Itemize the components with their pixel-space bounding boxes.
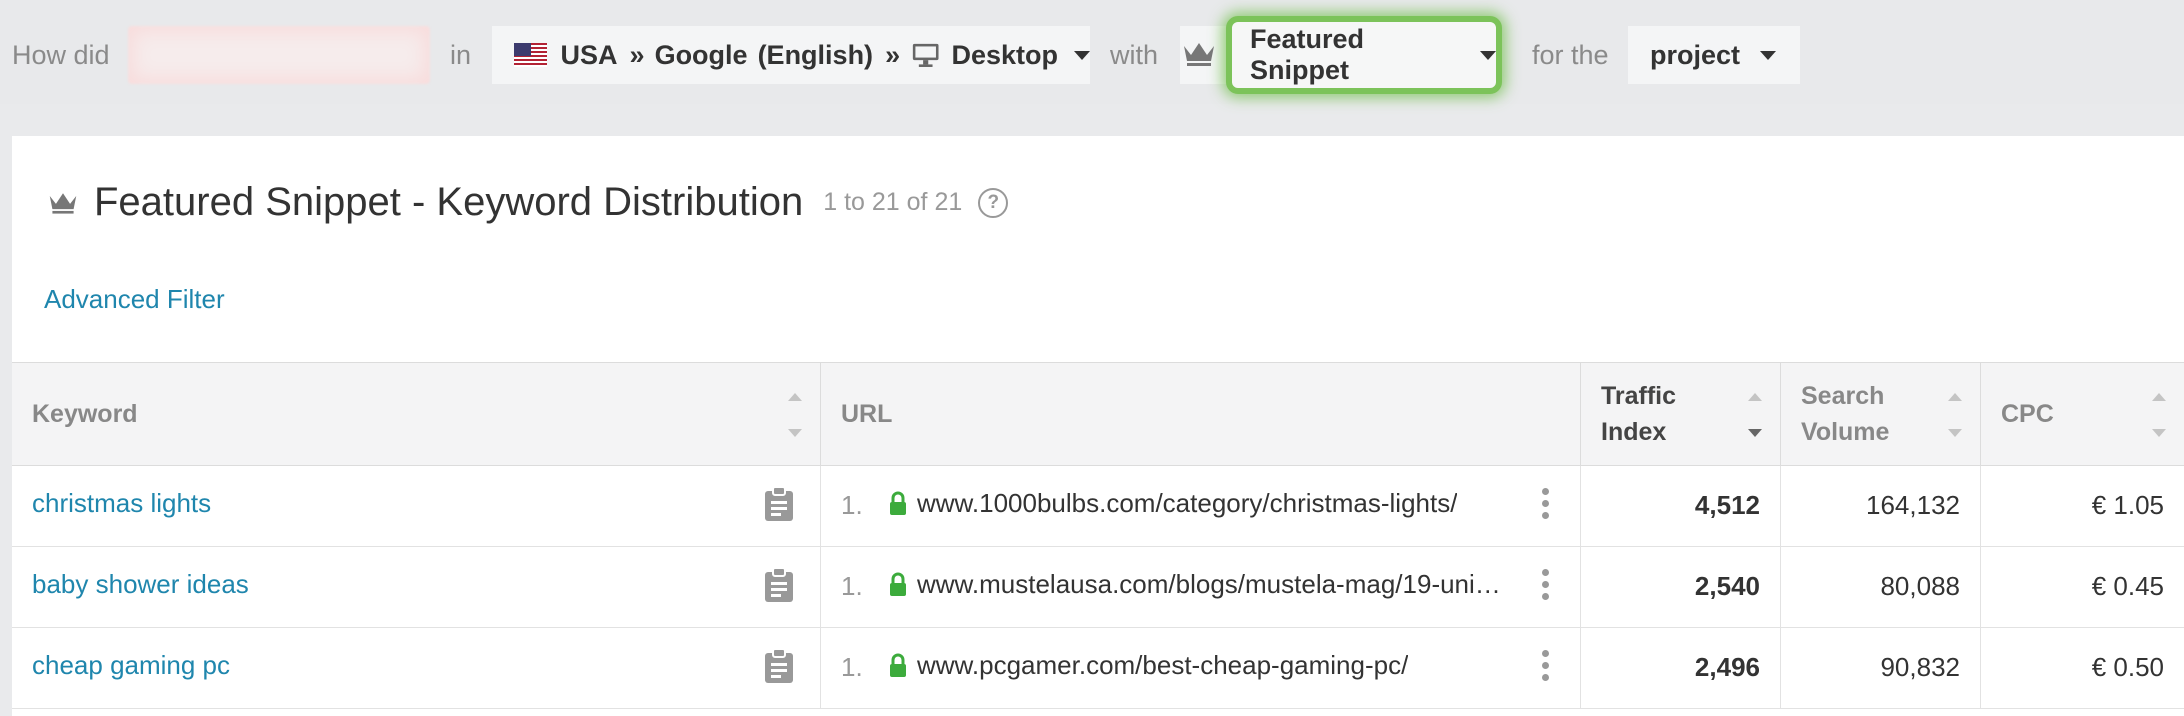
traffic-index-cell: 2,496 bbox=[1580, 628, 1780, 708]
feature-label: Featured Snippet bbox=[1250, 24, 1365, 85]
sort-icon[interactable] bbox=[1948, 393, 1962, 437]
table-row: cheap gaming pc 1. www.pcgamer.com/best-… bbox=[12, 628, 2184, 709]
breadcrumb-separator: » bbox=[885, 39, 901, 70]
more-vertical-icon[interactable] bbox=[1542, 650, 1550, 684]
keyword-table: Keyword URL Traffic Index Search Volume CP… bbox=[12, 362, 2184, 709]
lock-icon bbox=[890, 572, 906, 596]
desktop-icon bbox=[912, 43, 939, 67]
clipboard-icon[interactable] bbox=[764, 486, 794, 522]
filter-bar: How did in USA » Google (English) » Desk… bbox=[0, 0, 2184, 104]
in-label: in bbox=[450, 40, 472, 70]
cpc-value: € 0.50 bbox=[2091, 652, 2164, 682]
search-volume-value: 90,832 bbox=[1880, 652, 1960, 682]
cpc-cell: € 0.45 bbox=[1980, 547, 2184, 627]
column-header-cpc[interactable]: CPC bbox=[1980, 363, 2184, 465]
chevron-down-icon bbox=[1074, 50, 1090, 60]
search-volume-value: 80,088 bbox=[1880, 571, 1960, 601]
url-link[interactable]: www.pcgamer.com/best-cheap-gaming-pc/ bbox=[917, 650, 1408, 681]
search-volume-cell: 164,132 bbox=[1780, 466, 1980, 546]
column-label: CPC bbox=[2001, 400, 2054, 428]
url-cell: 1. www.mustelausa.com/blogs/mustela-mag/… bbox=[820, 547, 1580, 627]
result-count: 1 to 21 of 21 bbox=[823, 188, 963, 216]
url-cell: 1. www.1000bulbs.com/category/christmas-… bbox=[820, 466, 1580, 546]
help-icon[interactable]: ? bbox=[978, 187, 1009, 218]
language-label: (English) bbox=[757, 39, 874, 70]
url-link[interactable]: www.mustelausa.com/blogs/mustela-mag/19-… bbox=[917, 569, 1501, 600]
with-label: with bbox=[1110, 40, 1159, 70]
cpc-cell: € 1.05 bbox=[1980, 466, 2184, 546]
feature-selector[interactable]: Featured Snippet bbox=[1184, 16, 1502, 94]
search-volume-cell: 90,832 bbox=[1780, 628, 1980, 708]
keyword-cell: christmas lights bbox=[12, 466, 820, 546]
more-vertical-icon[interactable] bbox=[1542, 488, 1550, 522]
crown-icon bbox=[1184, 43, 1214, 66]
sort-icon[interactable] bbox=[788, 393, 802, 437]
rank-number: 1. bbox=[841, 490, 863, 520]
keyword-link[interactable]: baby shower ideas bbox=[32, 569, 249, 600]
rank-number: 1. bbox=[841, 652, 863, 682]
breadcrumb-separator: » bbox=[629, 39, 645, 70]
scope-label: project bbox=[1650, 39, 1741, 70]
column-header-url: URL bbox=[820, 363, 1580, 465]
column-label: Search Volume bbox=[1801, 382, 1890, 446]
domain-input-redacted[interactable] bbox=[128, 26, 430, 84]
lock-icon bbox=[890, 491, 906, 515]
search-volume-cell: 80,088 bbox=[1780, 547, 1980, 627]
chevron-down-icon bbox=[1760, 50, 1777, 60]
traffic-index-cell: 4,512 bbox=[1580, 466, 1780, 546]
column-label: Traffic Index bbox=[1601, 382, 1677, 446]
column-label: Keyword bbox=[32, 400, 138, 428]
how-did-label: How did bbox=[12, 40, 110, 70]
lock-icon bbox=[890, 653, 906, 677]
clipboard-icon[interactable] bbox=[764, 648, 794, 684]
sort-icon[interactable] bbox=[2152, 393, 2166, 437]
rank-number: 1. bbox=[841, 571, 863, 601]
device-label: Desktop bbox=[951, 39, 1058, 70]
table-row: baby shower ideas 1. www.mustelausa.com/… bbox=[12, 547, 2184, 628]
sort-icon[interactable] bbox=[1748, 393, 1762, 437]
traffic-index-value: 2,496 bbox=[1694, 652, 1760, 682]
keyword-cell: cheap gaming pc bbox=[12, 628, 820, 708]
page-title: Featured Snippet - Keyword Distribution bbox=[94, 180, 804, 224]
results-panel: Featured Snippet - Keyword Distribution … bbox=[12, 136, 2184, 716]
url-link[interactable]: www.1000bulbs.com/category/christmas-lig… bbox=[917, 488, 1457, 519]
search-engine-label: Google bbox=[654, 39, 748, 70]
chevron-down-icon bbox=[1480, 50, 1496, 60]
for-the-label: for the bbox=[1532, 40, 1609, 70]
traffic-index-cell: 2,540 bbox=[1580, 547, 1780, 627]
keyword-link[interactable]: cheap gaming pc bbox=[32, 650, 230, 681]
us-flag-icon bbox=[514, 43, 547, 67]
cpc-value: € 0.45 bbox=[2091, 571, 2164, 601]
clipboard-icon[interactable] bbox=[764, 567, 794, 603]
column-header-search-volume[interactable]: Search Volume bbox=[1780, 363, 1980, 465]
table-row: christmas lights 1. www.1000bulbs.com/ca… bbox=[12, 466, 2184, 547]
cpc-value: € 1.05 bbox=[2091, 490, 2164, 520]
market-selector[interactable]: USA » Google (English) » Desktop bbox=[492, 26, 1090, 84]
panel-header: Featured Snippet - Keyword Distribution … bbox=[48, 180, 1009, 225]
country-label: USA bbox=[560, 39, 618, 70]
advanced-filter-link[interactable]: Advanced Filter bbox=[44, 284, 225, 315]
column-header-keyword[interactable]: Keyword bbox=[12, 363, 820, 465]
traffic-index-value: 4,512 bbox=[1694, 490, 1760, 520]
traffic-index-value: 2,540 bbox=[1694, 571, 1760, 601]
more-vertical-icon[interactable] bbox=[1542, 569, 1550, 603]
keyword-cell: baby shower ideas bbox=[12, 547, 820, 627]
cpc-cell: € 0.50 bbox=[1980, 628, 2184, 708]
search-volume-value: 164,132 bbox=[1866, 490, 1960, 520]
url-cell: 1. www.pcgamer.com/best-cheap-gaming-pc/ bbox=[820, 628, 1580, 708]
column-header-traffic-index[interactable]: Traffic Index bbox=[1580, 363, 1780, 465]
table-header: Keyword URL Traffic Index Search Volume CP… bbox=[12, 362, 2184, 466]
column-label: URL bbox=[841, 400, 893, 428]
crown-icon bbox=[49, 192, 77, 214]
keyword-link[interactable]: christmas lights bbox=[32, 488, 211, 519]
scope-selector[interactable]: project bbox=[1628, 26, 1800, 84]
